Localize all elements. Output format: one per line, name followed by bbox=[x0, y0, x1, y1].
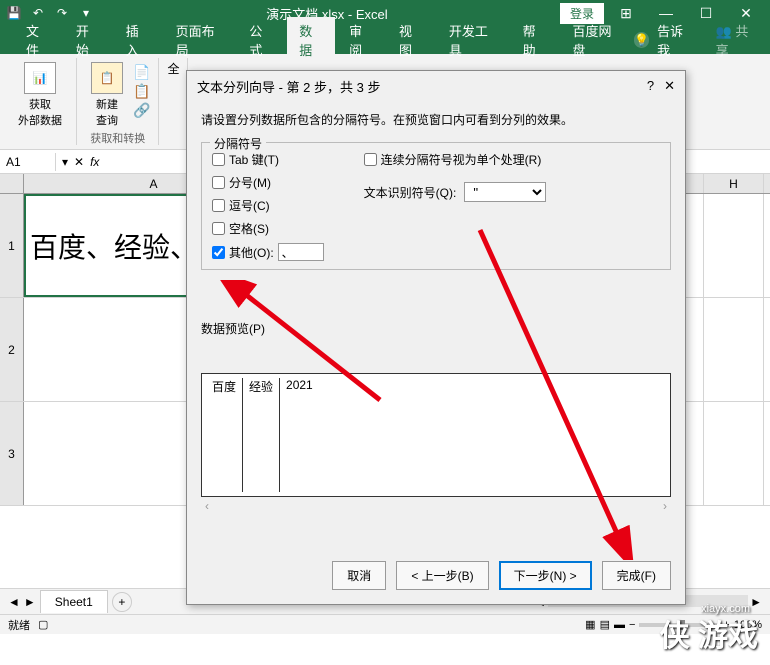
text-qualifier-label: 文本识别符号(Q): bbox=[364, 184, 457, 201]
delimiters-fieldset: 分隔符号 Tab 键(T) 分号(M) 逗号(C) 空格(S) 其他(O): 连… bbox=[201, 142, 671, 270]
select-all-corner[interactable] bbox=[0, 174, 24, 193]
tab-baidu[interactable]: 百度网盘 bbox=[560, 17, 632, 63]
dialog-close-icon[interactable]: ✕ bbox=[664, 78, 675, 94]
add-sheet-button[interactable]: + bbox=[112, 592, 132, 612]
data-preview-box: 百度 经验 2021 bbox=[201, 373, 671, 497]
row-header-2[interactable]: 2 bbox=[0, 298, 24, 401]
tell-me-icon[interactable]: 💡 bbox=[634, 32, 649, 48]
name-box-input[interactable] bbox=[0, 153, 56, 171]
fx-icon[interactable]: fx bbox=[90, 155, 99, 169]
hscroll-right-icon[interactable]: ► bbox=[750, 595, 762, 609]
row-header-3[interactable]: 3 bbox=[0, 402, 24, 505]
preview-col-2: 经验 bbox=[243, 378, 280, 492]
checkbox-other[interactable]: 其他(O): bbox=[212, 243, 324, 261]
preview-col-3: 2021 bbox=[280, 378, 666, 492]
text-to-columns-dialog: 文本分列向导 - 第 2 步，共 3 步 ? ✕ 请设置分列数据所包含的分隔符号… bbox=[186, 70, 686, 605]
view-page-icon[interactable]: ▤ bbox=[600, 618, 610, 631]
tab-data[interactable]: 数据 bbox=[287, 17, 335, 63]
cancel-formula-icon[interactable]: ✕ bbox=[74, 155, 84, 169]
name-dropdown-icon[interactable]: ▾ bbox=[62, 155, 68, 169]
new-query-icon: 📋 bbox=[91, 62, 123, 94]
checkbox-tab[interactable]: Tab 键(T) bbox=[212, 151, 324, 168]
ribbon-tabs: 文件 开始 插入 页面布局 公式 数据 审阅 视图 开发工具 帮助 百度网盘 💡… bbox=[0, 26, 770, 54]
query-option-icon[interactable]: 📋 bbox=[133, 83, 150, 100]
dialog-instruction: 请设置分列数据所包含的分隔符号。在预览窗口内可看到分列的效果。 bbox=[201, 111, 671, 128]
query-option-icon[interactable]: 🔗 bbox=[133, 102, 150, 119]
other-delimiter-input[interactable] bbox=[278, 243, 324, 261]
dialog-buttons: 取消 < 上一步(B) 下一步(N) > 完成(F) bbox=[332, 561, 671, 590]
tab-dev[interactable]: 开发工具 bbox=[437, 17, 509, 63]
tab-file[interactable]: 文件 bbox=[14, 17, 62, 63]
dialog-help-icon[interactable]: ? bbox=[647, 78, 654, 94]
preview-scroll-right-icon[interactable]: › bbox=[663, 499, 667, 513]
checkbox-comma[interactable]: 逗号(C) bbox=[212, 197, 324, 214]
tab-view[interactable]: 视图 bbox=[387, 17, 435, 63]
status-bar: 就绪 ▢ ▦ ▤ ▬ − + 100% bbox=[0, 614, 770, 634]
status-ready: 就绪 bbox=[8, 617, 30, 633]
new-query-button[interactable]: 📋 新建 查询 bbox=[85, 60, 129, 130]
tab-help[interactable]: 帮助 bbox=[511, 17, 559, 63]
sheet-nav-prev-icon[interactable]: ◄ bbox=[8, 595, 20, 609]
share-button[interactable]: 👥 共享 bbox=[716, 21, 756, 59]
query-option-icon[interactable]: 📄 bbox=[133, 64, 150, 81]
watermark-text: 侠 游戏 bbox=[660, 611, 758, 655]
view-break-icon[interactable]: ▬ bbox=[614, 619, 625, 631]
preview-col-1: 百度 bbox=[206, 378, 243, 492]
row-header-1[interactable]: 1 bbox=[0, 194, 24, 297]
next-button[interactable]: 下一步(N) > bbox=[499, 561, 592, 590]
preview-scroll-left-icon[interactable]: ‹ bbox=[205, 499, 209, 513]
tab-review[interactable]: 审阅 bbox=[337, 17, 385, 63]
external-data-button[interactable]: 📊 获取 外部数据 bbox=[12, 60, 68, 130]
zoom-out-icon[interactable]: − bbox=[629, 619, 635, 631]
preview-label: 数据预览(P) bbox=[201, 320, 671, 337]
ribbon-group-transform: 📋 新建 查询 📄 📋 🔗 获取和转换 bbox=[77, 58, 159, 145]
checkbox-space[interactable]: 空格(S) bbox=[212, 220, 324, 237]
view-normal-icon[interactable]: ▦ bbox=[585, 618, 595, 631]
col-header-h[interactable]: H bbox=[704, 174, 764, 193]
ribbon-group-external: 📊 获取 外部数据 bbox=[4, 58, 77, 145]
tell-me-label[interactable]: 告诉我 bbox=[657, 21, 691, 59]
macro-record-icon[interactable]: ▢ bbox=[38, 618, 48, 631]
tab-formula[interactable]: 公式 bbox=[237, 17, 285, 63]
tab-home[interactable]: 开始 bbox=[64, 17, 112, 63]
finish-button[interactable]: 完成(F) bbox=[602, 561, 671, 590]
checkbox-semicolon[interactable]: 分号(M) bbox=[212, 174, 324, 191]
ribbon-group-all: 全 bbox=[159, 58, 188, 145]
tab-insert[interactable]: 插入 bbox=[114, 17, 162, 63]
checkbox-consecutive[interactable]: 连续分隔符号视为单个处理(R) bbox=[364, 151, 547, 168]
text-qualifier-select[interactable]: " bbox=[464, 182, 546, 202]
sheet-nav-next-icon[interactable]: ► bbox=[24, 595, 36, 609]
back-button[interactable]: < 上一步(B) bbox=[396, 561, 488, 590]
tab-layout[interactable]: 页面布局 bbox=[164, 17, 236, 63]
sheet-tab-1[interactable]: Sheet1 bbox=[40, 590, 108, 613]
dialog-title-bar[interactable]: 文本分列向导 - 第 2 步，共 3 步 ? ✕ bbox=[187, 71, 685, 101]
external-data-icon: 📊 bbox=[24, 62, 56, 94]
cancel-button[interactable]: 取消 bbox=[332, 561, 386, 590]
